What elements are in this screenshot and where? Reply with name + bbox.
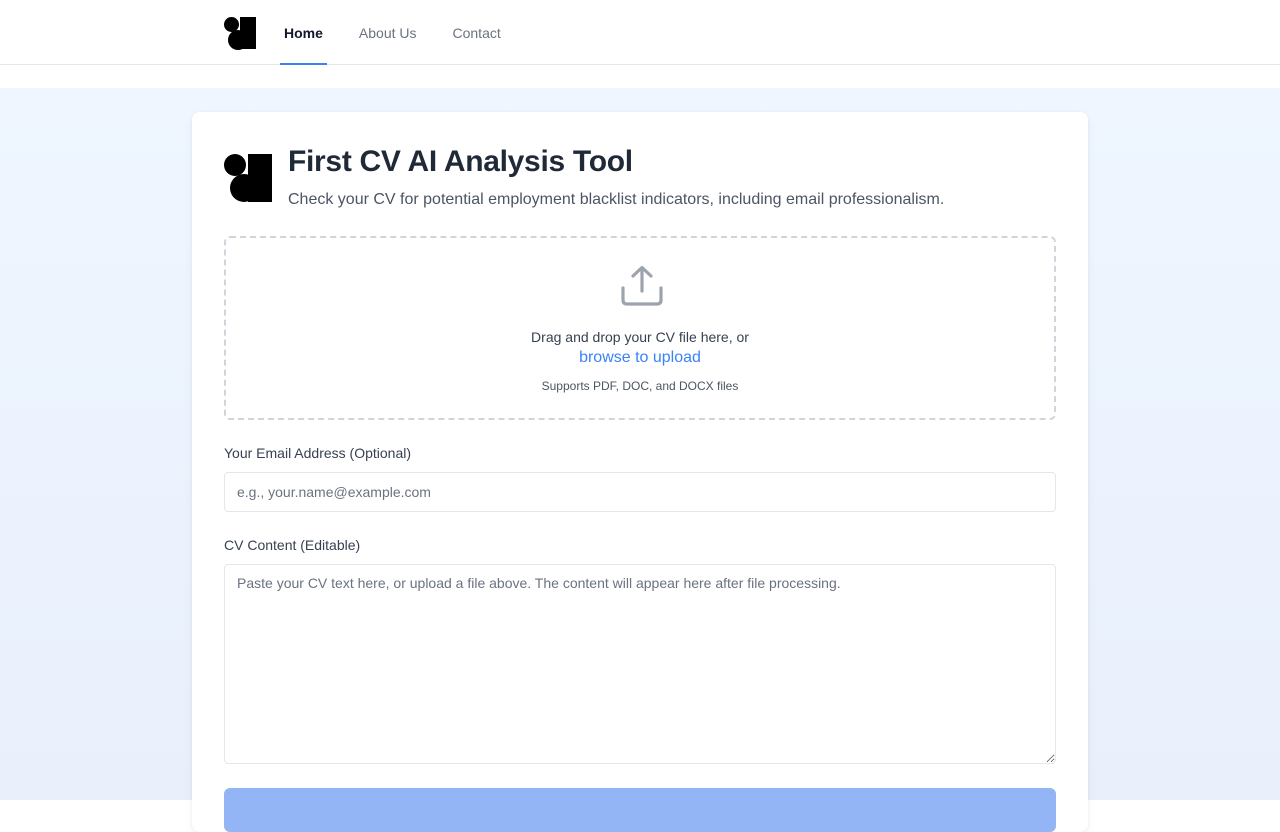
email-input[interactable] bbox=[224, 472, 1056, 512]
cv-dropzone[interactable]: Drag and drop your CV file here, or brow… bbox=[224, 236, 1056, 420]
supported-formats-text: Supports PDF, DOC, and DOCX files bbox=[541, 379, 739, 393]
nav-link-contact[interactable]: Contact bbox=[449, 0, 505, 65]
card-logo-dot-top bbox=[224, 154, 246, 176]
analyze-button[interactable] bbox=[224, 788, 1056, 832]
card-logo bbox=[224, 154, 272, 202]
nav-links: Home About Us Contact bbox=[280, 0, 533, 65]
browse-upload-link[interactable]: browse to upload bbox=[226, 349, 1054, 367]
analysis-card: First CV AI Analysis Tool Check your CV … bbox=[192, 112, 1088, 832]
nav-link-home[interactable]: Home bbox=[280, 0, 327, 65]
page-title: First CV AI Analysis Tool bbox=[288, 145, 633, 178]
upload-icon bbox=[621, 265, 663, 306]
cv-content-label: CV Content (Editable) bbox=[224, 537, 361, 553]
email-label: Your Email Address (Optional) bbox=[224, 445, 412, 461]
nav-inner: Home About Us Contact bbox=[224, 0, 533, 65]
dropzone-instructions: Drag and drop your CV file here, or bbox=[531, 329, 749, 345]
nav-link-about-us[interactable]: About Us bbox=[355, 0, 421, 65]
card-logo-dot-bottom bbox=[230, 174, 258, 202]
logo-dot-bottom bbox=[228, 29, 248, 50]
site-logo[interactable] bbox=[224, 16, 256, 50]
page-subtitle: Check your CV for potential employment b… bbox=[288, 191, 945, 208]
nav-subbar bbox=[0, 65, 1280, 88]
cv-content-textarea[interactable] bbox=[224, 564, 1056, 764]
top-navbar: Home About Us Contact bbox=[0, 0, 1280, 65]
